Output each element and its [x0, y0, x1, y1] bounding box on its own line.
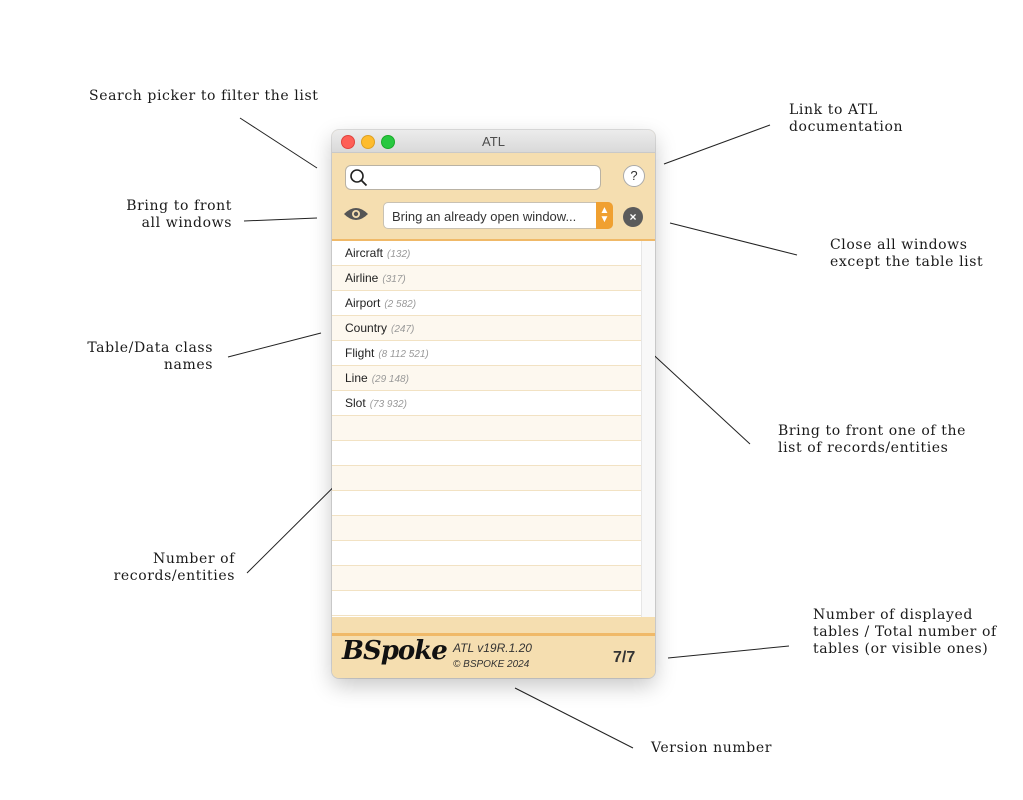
table-count: 7/7	[613, 649, 636, 666]
empty-row	[332, 566, 641, 591]
table-row[interactable]: Airline (317)	[332, 266, 641, 291]
table-row[interactable]: Country (247)	[332, 316, 641, 341]
empty-row	[332, 516, 641, 541]
table-name: Airport	[345, 296, 381, 310]
help-button[interactable]: ?	[623, 165, 645, 187]
annotation-version-number: Version number	[651, 740, 773, 756]
atl-window: ATL ? Bring an already open window... ▲ ▼…	[332, 130, 655, 678]
table-list[interactable]: Aircraft (132) Airline (317) Airport (2 582…	[332, 241, 641, 617]
table-name: Aircraft	[345, 246, 384, 260]
annotation-bring-front-all: Bring to front all windows	[126, 198, 232, 231]
table-name: Country	[345, 321, 388, 335]
table-name: Airline	[345, 271, 379, 285]
annotation-close-all: Close all windows except the table list	[830, 237, 984, 270]
annotation-link-doc: Link to ATL documentation	[789, 102, 904, 135]
title-bar[interactable]: ATL	[332, 130, 655, 153]
empty-row	[332, 466, 641, 491]
window-picker-value: Bring an already open window...	[392, 209, 577, 224]
empty-row	[332, 491, 641, 516]
bspoke-logo: BSpoke	[342, 636, 448, 666]
record-count: (2 582)	[384, 299, 417, 310]
search-icon	[350, 169, 368, 187]
record-count: (8 112 521)	[378, 349, 429, 360]
table-row[interactable]: Flight (8 112 521)	[332, 341, 641, 366]
table-row[interactable]: Line (29 148)	[332, 366, 641, 391]
table-row[interactable]: Aircraft (132)	[332, 241, 641, 266]
copyright-label: © BSPOKE 2024	[453, 659, 530, 670]
annotation-bring-front-one: Bring to front one of the list of record…	[778, 423, 966, 456]
record-count: (29 148)	[371, 374, 409, 385]
table-name: Flight	[345, 346, 375, 360]
footer: BSpoke ATL v19R.1.20 © BSPOKE 2024 7/7	[332, 636, 655, 678]
table-name: Slot	[345, 396, 366, 410]
version-label: ATL v19R.1.20	[453, 641, 532, 655]
annotation-search-picker: Search picker to filter the list	[89, 88, 319, 104]
window-picker-select[interactable]: Bring an already open window... ▲ ▼	[383, 202, 613, 229]
scrollbar[interactable]	[641, 241, 655, 617]
record-count: (317)	[382, 274, 406, 285]
record-count: (247)	[391, 324, 415, 335]
empty-row	[332, 416, 641, 441]
table-row[interactable]: Slot (73 932)	[332, 391, 641, 416]
window-title: ATL	[482, 134, 505, 149]
annotation-table-names: Table/Data class names	[87, 340, 213, 373]
empty-row	[332, 541, 641, 566]
close-all-button[interactable]: ×	[623, 207, 643, 227]
table-name: Line	[345, 371, 368, 385]
search-input[interactable]	[345, 165, 601, 190]
eye-icon[interactable]	[343, 206, 369, 222]
record-count: (132)	[387, 249, 411, 260]
chevron-updown-icon: ▲ ▼	[596, 202, 613, 229]
table-row[interactable]: Airport (2 582)	[332, 291, 641, 316]
empty-row	[332, 591, 641, 616]
annotation-num-records: Number of records/entities	[113, 551, 235, 584]
empty-row	[332, 441, 641, 466]
record-count: (73 932)	[369, 399, 407, 410]
annotation-num-tables: Number of displayed tables / Total numbe…	[813, 607, 997, 657]
